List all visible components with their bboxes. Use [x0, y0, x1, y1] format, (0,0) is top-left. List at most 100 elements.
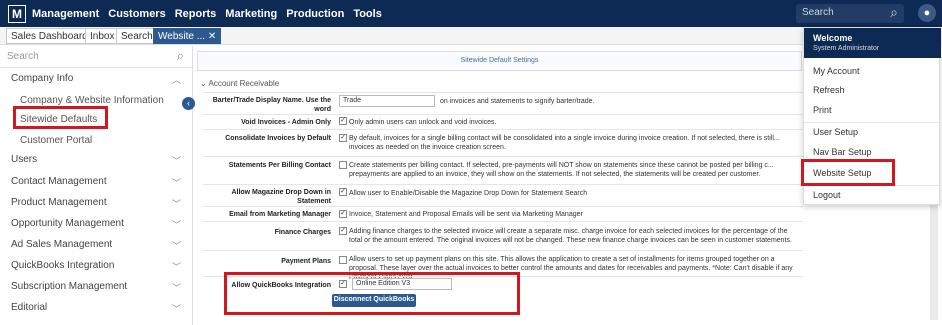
- menu-item-user-setup[interactable]: User Setup: [813, 127, 858, 137]
- tab-website[interactable]: Website ... ✕: [153, 28, 222, 44]
- user-avatar-icon[interactable]: ●: [918, 4, 936, 22]
- row-text: Create statements per billing contact. I…: [349, 162, 774, 178]
- menu-divider: [804, 122, 941, 123]
- app-logo[interactable]: M: [8, 4, 26, 23]
- sidebar-item-label: Subscription Management: [11, 281, 128, 292]
- sidebar-item-label: Ad Sales Management: [11, 239, 113, 250]
- sidebar-subitem-customer-portal[interactable]: Customer Portal: [0, 135, 92, 146]
- sidebar-item-product-management[interactable]: Product Management ﹀: [0, 197, 193, 209]
- chevron-down-icon: ﹀: [171, 156, 181, 166]
- user-role-label: System Administrator: [813, 45, 880, 52]
- chevron-down-icon: ﹀: [171, 262, 181, 272]
- row-text: Allow user to Enable/Disable the Magazin…: [349, 190, 588, 197]
- row-label: Barter/Trade Display Name. Use the word: [212, 97, 331, 113]
- sidebar-item-label: Editorial: [11, 302, 48, 313]
- settings-row: Barter/Trade Display Name. Use the word …: [203, 92, 803, 114]
- sidebar-subitem-company-website[interactable]: Company & Website Information: [0, 95, 164, 106]
- row-text: on invoices and statements to signify ba…: [440, 98, 595, 105]
- sidebar-item-opportunity-management[interactable]: Opportunity Management ﹀: [0, 218, 193, 230]
- row-text: Adding finance charges to the selected i…: [349, 228, 792, 244]
- consolidate-invoices-checkbox[interactable]: ✓: [339, 134, 347, 142]
- row-label: Allow Magazine Drop Down in Statement: [231, 189, 331, 205]
- vertical-scrollbar[interactable]: [930, 205, 938, 320]
- payment-plans-checkbox[interactable]: [339, 256, 347, 264]
- settings-row: Allow QuickBooks Integration ✓ Online Ed…: [203, 276, 803, 311]
- user-dropdown-menu: Welcome System Administrator My Account …: [803, 27, 941, 205]
- settings-row: Consolidate Invoices by Default ✓ By def…: [203, 129, 803, 156]
- row-text: Invoice, Statement and Proposal Emails w…: [349, 211, 583, 218]
- menu-divider: [804, 185, 941, 186]
- row-text: By default, invoices for a single billin…: [349, 135, 780, 151]
- nav-management[interactable]: Management: [32, 8, 99, 20]
- sidebar-item-label: Users: [11, 154, 38, 165]
- top-search-input[interactable]: Search ⌕: [796, 4, 904, 23]
- welcome-label: Welcome: [813, 33, 853, 43]
- tab-website-label: Website ...: [158, 31, 206, 42]
- menu-item-logout[interactable]: Logout: [813, 190, 841, 200]
- sidebar-item-company-info[interactable]: Company Info ︿: [0, 73, 193, 85]
- barter-trade-input[interactable]: Trade: [339, 95, 435, 107]
- row-label: Finance Charges: [274, 229, 331, 236]
- sidebar-item-label: Contact Management: [11, 176, 107, 187]
- nav-tools[interactable]: Tools: [353, 8, 382, 20]
- sidebar-item-subscription-management[interactable]: Subscription Management ﹀: [0, 281, 193, 293]
- quickbooks-edition-value: Online Edition V3: [356, 280, 411, 287]
- row-label: Statements Per Billing Contact: [228, 162, 331, 169]
- tab-sales-dashboard-label: Sales Dashboard: [11, 31, 88, 42]
- sidebar-item-label: Product Management: [11, 197, 107, 208]
- chevron-up-icon: ︿: [171, 75, 181, 85]
- tab-bar: Sales Dashboard ⌄ Inbox Search Website .…: [0, 27, 942, 45]
- menu-item-print[interactable]: Print: [813, 105, 832, 115]
- row-label: Allow QuickBooks Integration: [231, 282, 331, 289]
- nav-customers[interactable]: Customers: [108, 8, 165, 20]
- nav-reports[interactable]: Reports: [175, 8, 217, 20]
- menu-item-refresh[interactable]: Refresh: [813, 85, 845, 95]
- magazine-dropdown-checkbox[interactable]: ✓: [339, 188, 347, 196]
- nav-marketing[interactable]: Marketing: [225, 8, 277, 20]
- sidebar-subitem-sitewide-defaults[interactable]: Sitewide Defaults: [0, 114, 97, 125]
- sidebar-item-quickbooks-integration[interactable]: QuickBooks Integration ﹀: [0, 260, 193, 272]
- search-icon[interactable]: ⌕: [177, 48, 184, 64]
- sidebar-item-contact-management[interactable]: Contact Management ﹀: [0, 176, 193, 188]
- row-label: Payment Plans: [281, 258, 331, 265]
- sidebar-search-input[interactable]: Search ⌕: [0, 46, 192, 68]
- finance-charges-checkbox[interactable]: ✓: [339, 227, 347, 235]
- statements-per-billing-checkbox[interactable]: [339, 161, 347, 169]
- menu-item-nav-bar-setup[interactable]: Nav Bar Setup: [813, 147, 872, 157]
- chevron-down-icon: ﹀: [171, 283, 181, 293]
- void-invoices-checkbox[interactable]: ✓: [339, 117, 347, 125]
- tab-search[interactable]: Search: [116, 28, 158, 44]
- sidebar: Search ⌕ Company Info ︿ Company & Website…: [0, 46, 193, 325]
- settings-row: Void Invoices - Admin Only ✓ Only admin …: [203, 114, 803, 128]
- chevron-down-icon: ﹀: [171, 199, 181, 209]
- menu-item-website-setup[interactable]: Website Setup: [813, 168, 871, 178]
- row-text: Only admin users can unlock and void inv…: [349, 119, 497, 126]
- close-icon[interactable]: ✕: [208, 31, 216, 42]
- settings-row: Allow Magazine Drop Down in Statement ✓ …: [203, 184, 803, 206]
- chevron-down-icon: ⌄: [200, 79, 207, 88]
- sidebar-item-label: Opportunity Management: [11, 218, 124, 229]
- section-account-receivable[interactable]: ⌄ Account Receivable: [200, 79, 279, 88]
- menu-item-my-account[interactable]: My Account: [813, 66, 860, 76]
- quickbooks-edition-select[interactable]: Online Edition V3: [352, 278, 452, 290]
- sidebar-item-users[interactable]: Users ﹀: [0, 154, 193, 166]
- quickbooks-integration-checkbox[interactable]: ✓: [339, 280, 347, 288]
- chevron-down-icon: ﹀: [171, 178, 181, 188]
- page-title: Sitewide Default Settings: [197, 51, 802, 71]
- row-label: Email from Marketing Manager: [229, 211, 331, 218]
- sidebar-item-ad-sales-management[interactable]: Ad Sales Management ﹀: [0, 239, 193, 251]
- settings-row: Statements Per Billing Contact Create st…: [203, 156, 803, 183]
- sidebar-item-editorial[interactable]: Editorial ﹀: [0, 302, 193, 314]
- search-icon[interactable]: ⌕: [890, 4, 898, 21]
- dropdown-header: Welcome System Administrator: [804, 28, 941, 58]
- collapse-sidebar-button[interactable]: ‹: [182, 97, 195, 110]
- tab-inbox[interactable]: Inbox: [85, 28, 120, 44]
- email-marketing-manager-checkbox[interactable]: ✓: [339, 210, 347, 218]
- sidebar-search-placeholder: Search: [7, 51, 39, 62]
- top-navbar: M Management Customers Reports Marketing…: [0, 0, 942, 27]
- chevron-down-icon: ﹀: [171, 241, 181, 251]
- nav-production[interactable]: Production: [286, 8, 344, 20]
- row-label: Void Invoices - Admin Only: [241, 119, 331, 126]
- disconnect-quickbooks-button[interactable]: Disconnect QuickBooks: [332, 294, 416, 307]
- section-title: Account Receivable: [208, 79, 280, 88]
